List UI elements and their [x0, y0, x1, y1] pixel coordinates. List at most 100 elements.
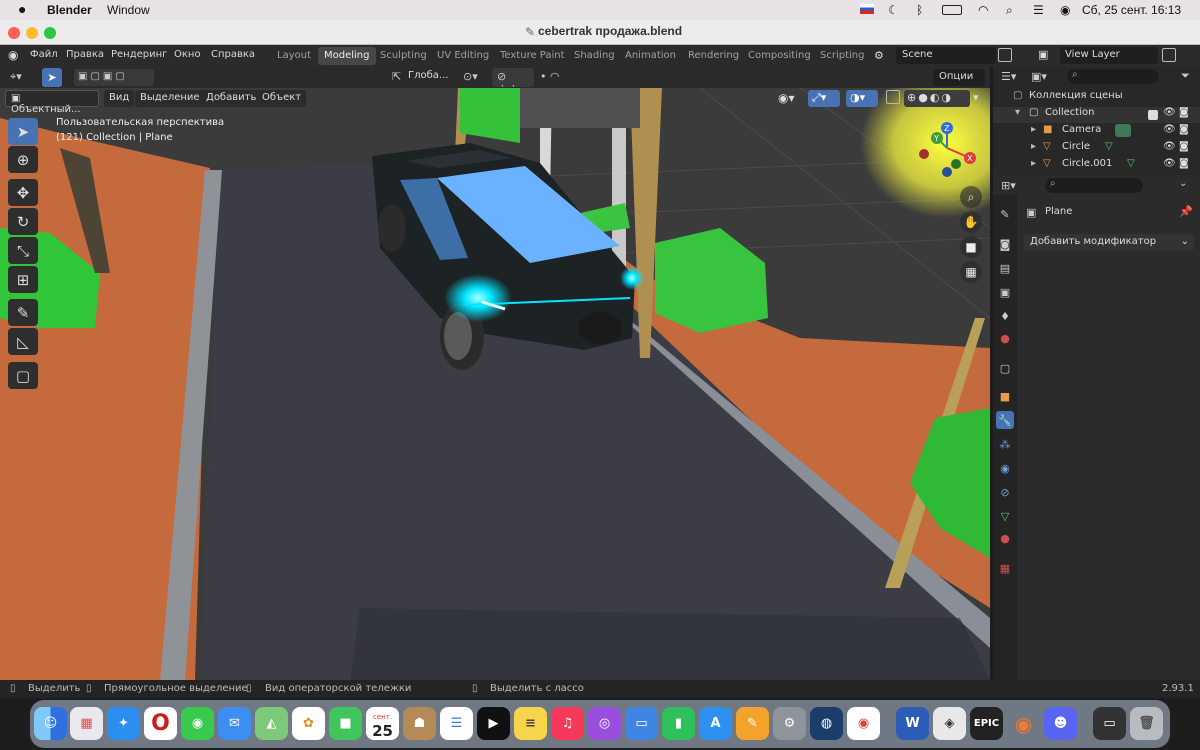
pan-view-icon[interactable]: ✋	[960, 211, 982, 233]
properties-options-icon[interactable]: ⌄	[1179, 178, 1187, 189]
system-preferences-icon[interactable]: ⚙	[773, 707, 806, 740]
selection-mode-buttons[interactable]: ▣▢▣▢	[74, 69, 154, 86]
launchpad-icon[interactable]: ▦	[70, 707, 103, 740]
chrome-icon[interactable]: ◉	[847, 707, 880, 740]
properties-search-input[interactable]: ⌕	[1045, 178, 1143, 193]
date-time[interactable]: Сб, 25 сент. 16:13	[1082, 3, 1181, 17]
mode-dropdown[interactable]: ▣ Объектный...	[5, 90, 99, 115]
properties-editor-icon[interactable]: ⊞▾	[1001, 179, 1016, 192]
pivot-point-icon[interactable]: ⊙▾	[463, 70, 478, 83]
control-center-icon[interactable]: ☰	[1033, 3, 1044, 17]
music-icon[interactable]: ♫	[551, 707, 584, 740]
eye-icon[interactable]: 👁	[1163, 141, 1176, 152]
input-source-flag-icon[interactable]	[860, 4, 874, 14]
trash-icon[interactable]: 🗑	[1130, 707, 1163, 740]
search-menubar-icon[interactable]: ⌕	[1006, 3, 1013, 18]
orientation-dropdown[interactable]: Глоба...	[408, 70, 448, 81]
perspective-toggle-icon[interactable]: ▦	[960, 261, 982, 283]
menu-edit[interactable]: Правка	[66, 49, 104, 60]
material-tab-icon[interactable]: ●	[996, 529, 1014, 547]
scene-render[interactable]	[0, 88, 990, 680]
tab-texture-paint[interactable]: Texture Paint	[494, 47, 571, 65]
tab-layout[interactable]: Layout	[271, 47, 317, 65]
siri-icon[interactable]: ◉	[1060, 3, 1070, 17]
transform-orientation-icon[interactable]: ⇱	[392, 70, 401, 83]
appstore-icon[interactable]: A	[699, 707, 732, 740]
screenshot-icon[interactable]: ▭	[1093, 707, 1126, 740]
select-mode-icon[interactable]: ➤	[42, 68, 62, 87]
options-dropdown[interactable]: Опции	[933, 69, 985, 86]
app-name-menu[interactable]: Blender	[47, 3, 92, 17]
outliner-item-camera[interactable]: ▸ ■ Camera 👁 ◙	[993, 124, 1200, 140]
measure-tool[interactable]: ◺	[8, 328, 38, 355]
outliner-item-circle[interactable]: ▸ ▽ Circle ▽ 👁 ◙	[993, 141, 1200, 157]
pin-icon[interactable]: 📌	[1179, 205, 1193, 218]
output-tab-icon[interactable]: ▤	[996, 259, 1014, 277]
render-tab-icon[interactable]: ◙	[996, 235, 1014, 253]
3d-viewport[interactable]: ▣ Объектный... Вид Выделение Добавить Об…	[0, 88, 990, 680]
battery-icon[interactable]	[942, 5, 962, 15]
blender-logo-icon[interactable]: ◉	[8, 48, 18, 62]
moon-icon[interactable]: ☾	[888, 3, 899, 17]
select-box-tool[interactable]: ➤	[8, 118, 38, 145]
scale-tool[interactable]: ⤡	[8, 237, 38, 264]
mail-icon[interactable]: ✉	[218, 707, 251, 740]
tab-modeling[interactable]: Modeling	[318, 47, 376, 65]
minimize-window-button[interactable]	[26, 27, 38, 39]
view-layer-icon[interactable]: ▣	[1038, 48, 1048, 61]
data-tab-icon[interactable]: ▽	[996, 507, 1014, 525]
pages-icon[interactable]: ✎	[736, 707, 769, 740]
editor-type-icon[interactable]: ⌖▾	[10, 70, 22, 84]
calendar-icon[interactable]: сент. 25	[366, 707, 399, 740]
outliner-search-input[interactable]: ⌕	[1067, 69, 1159, 84]
display-mode-icon[interactable]: ▣▾	[1031, 70, 1047, 83]
outliner-editor-icon[interactable]: ☰▾	[1001, 70, 1016, 83]
expand-arrow-icon[interactable]: ▸	[1031, 158, 1036, 169]
keynote-icon[interactable]: ▭	[625, 707, 658, 740]
maps-icon[interactable]: ◭	[255, 707, 288, 740]
xray-toggle-icon[interactable]	[886, 90, 900, 104]
navigation-gizmo[interactable]: Z Y X	[912, 120, 982, 182]
render-camera-icon[interactable]: ◙	[1179, 141, 1189, 152]
wifi-icon[interactable]: ◠	[978, 3, 988, 17]
notes-icon[interactable]: ≡	[514, 707, 547, 740]
menu-object[interactable]: Объект	[257, 90, 307, 107]
tab-sculpting[interactable]: Sculpting	[374, 47, 433, 65]
world-tab-icon[interactable]: ●	[996, 329, 1014, 347]
apple-icon[interactable]: ●	[18, 1, 26, 17]
expand-arrow-icon[interactable]: ▸	[1031, 141, 1036, 152]
scene-tab-icon[interactable]: ♦	[996, 307, 1014, 325]
view-layer-field[interactable]: View Layer	[1060, 47, 1158, 64]
menu-help[interactable]: Справка	[211, 49, 255, 60]
outliner-scene-collection[interactable]: ▢ Коллекция сцены	[993, 90, 1200, 106]
expand-arrow-icon[interactable]: ▾	[1015, 107, 1020, 118]
steam-icon[interactable]: ◍	[810, 707, 843, 740]
tab-shading[interactable]: Shading	[568, 47, 621, 65]
discord-icon[interactable]: ☻	[1044, 707, 1077, 740]
opera-icon[interactable]: O	[144, 707, 177, 740]
finder-icon[interactable]: ☺	[34, 707, 67, 740]
word-icon[interactable]: W	[896, 707, 929, 740]
tool-tab-icon[interactable]: ✎	[996, 205, 1014, 223]
new-view-layer-icon[interactable]	[1162, 48, 1176, 62]
render-camera-icon[interactable]: ◙	[1179, 124, 1189, 135]
visibility-icon[interactable]: ◉▾	[778, 91, 795, 105]
zoom-view-icon[interactable]: ⌕	[960, 186, 982, 208]
shading-options-icon[interactable]: ▾	[973, 91, 979, 104]
add-cube-tool[interactable]: ▢	[8, 362, 38, 389]
expand-arrow-icon[interactable]: ▸	[1031, 124, 1036, 135]
collection-tab-icon[interactable]: ▢	[996, 359, 1014, 377]
proportional-editing-icon[interactable]: • ◠	[540, 70, 560, 83]
gizmo-toggle-icon[interactable]: ⤢▾	[808, 90, 840, 107]
move-tool[interactable]: ✥	[8, 179, 38, 206]
outliner-item-circle-001[interactable]: ▸ ▽ Circle.001 ▽ 👁 ◙	[993, 158, 1200, 174]
reminders-icon[interactable]: ☰	[440, 707, 473, 740]
eye-icon[interactable]: 👁	[1163, 158, 1176, 169]
tab-uv-editing[interactable]: UV Editing	[431, 47, 495, 65]
cursor-tool[interactable]: ⊕	[8, 146, 38, 173]
modifier-tab-icon[interactable]: 🔧	[996, 411, 1014, 429]
menu-add[interactable]: Добавить	[201, 90, 262, 107]
filter-icon[interactable]: ⏷	[1181, 69, 1190, 83]
tab-animation[interactable]: Animation	[619, 47, 682, 65]
annotate-tool[interactable]: ✎	[8, 299, 38, 326]
